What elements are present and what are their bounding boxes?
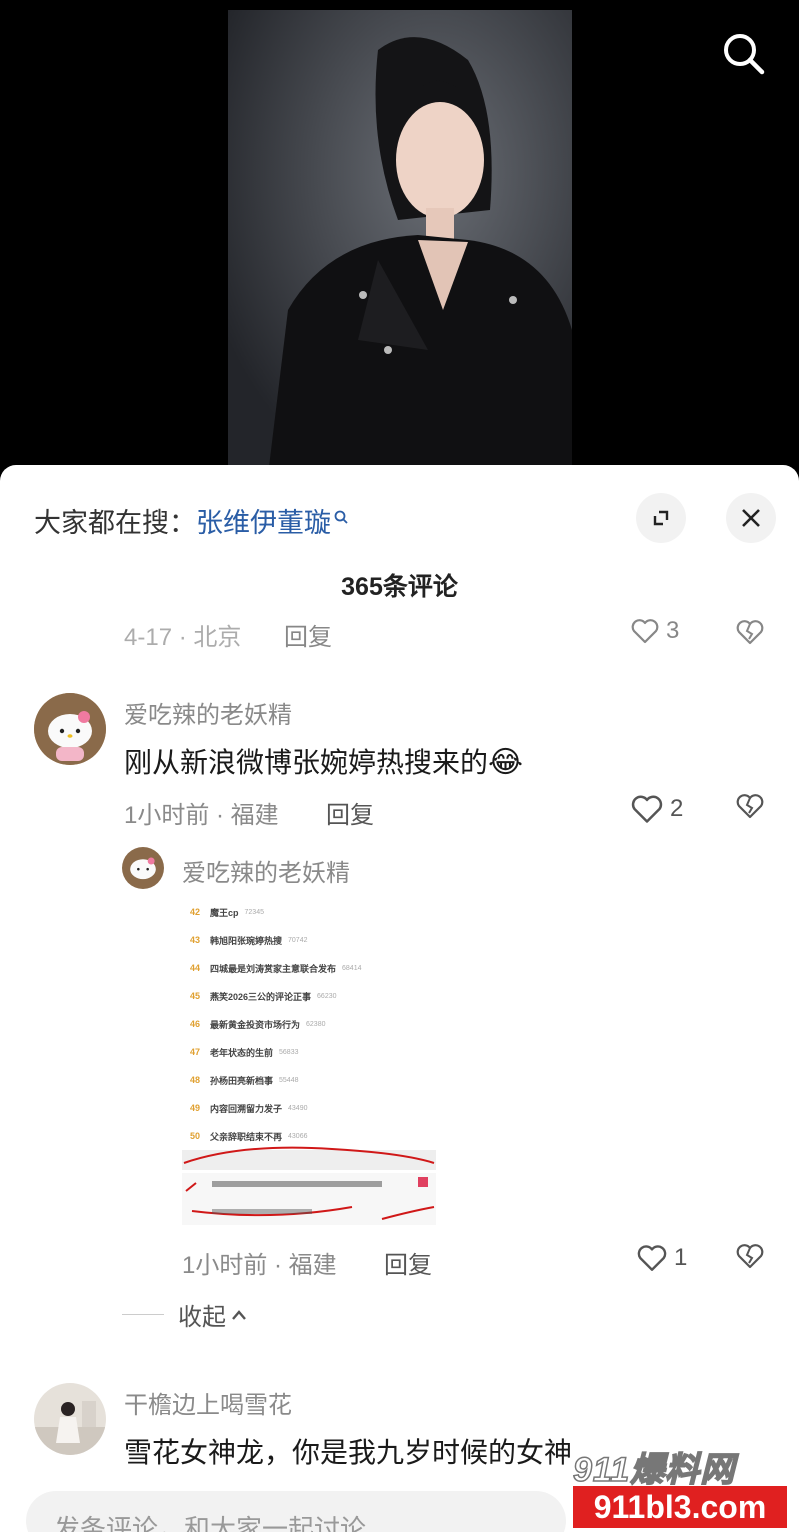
comment-username[interactable]: 干檐边上喝雪花: [124, 1385, 292, 1420]
watermark: 911爆料网 911bl3.com: [572, 1442, 793, 1532]
heart-icon: [631, 795, 663, 823]
hot-search-label: 大家都在搜：: [34, 508, 196, 538]
prev-reply-button[interactable]: 回复: [284, 617, 332, 652]
like-button[interactable]: 2: [630, 793, 683, 825]
comment-count: 365条评论: [341, 573, 458, 601]
person-image: [228, 10, 572, 475]
close-button[interactable]: [726, 493, 776, 543]
broken-heart-icon: [736, 620, 764, 645]
video-area[interactable]: [0, 0, 799, 480]
comment-text: 雪花女神龙，你是我九岁时候的女神: [124, 1437, 573, 1468]
comment-text: 刚从新浪微博张婉婷热搜来的😂: [124, 741, 523, 781]
search-icon: [724, 34, 765, 75]
collapse-replies-button[interactable]: 收起: [122, 1297, 248, 1332]
prev-like-button[interactable]: 3: [630, 617, 679, 645]
broken-heart-icon: [736, 1244, 764, 1269]
reply-button[interactable]: 回复: [326, 795, 374, 830]
comment-meta: 1小时前 · 福建: [124, 802, 279, 829]
reply-like-button[interactable]: 1: [636, 1243, 687, 1273]
expand-button[interactable]: [636, 493, 686, 543]
comment-username[interactable]: 爱吃辣的老妖精: [124, 695, 292, 730]
reply-meta: 1小时前 · 福建: [182, 1252, 337, 1279]
comments-sheet: 大家都在搜：张维伊董璇 365条评论 4-17 · 北京 回复 3 爱吃辣的老妖…: [0, 465, 799, 1532]
search-button[interactable]: [716, 26, 772, 82]
prev-comment-meta: 4-17 · 北京: [124, 624, 242, 651]
like-count: 2: [670, 795, 684, 822]
watermark-top: 911爆料网: [572, 1450, 736, 1490]
heart-icon: [637, 1245, 667, 1271]
collapse-label: 收起: [178, 1304, 226, 1331]
avatar[interactable]: [34, 693, 106, 765]
divider: [122, 1314, 164, 1315]
reply-image[interactable]: 42 魔王cp 72345 43 韩旭阳张琬婷热搜 70742 44 四城最是刘涛赏家主意…: [182, 895, 436, 1225]
expand-icon: [653, 510, 669, 526]
red-annotation-icon: [182, 1146, 436, 1225]
reply-avatar[interactable]: [122, 847, 164, 889]
avatar[interactable]: [34, 1383, 106, 1455]
reply-username[interactable]: 爱吃辣的老妖精: [182, 853, 350, 888]
video-thumbnail[interactable]: [228, 10, 572, 475]
search-small-icon: [333, 501, 349, 532]
heart-icon: [631, 619, 659, 644]
comment-text-body: 刚从新浪微博张婉婷热搜来的: [124, 747, 489, 778]
close-icon: [742, 509, 760, 527]
reply-like-count: 1: [674, 1244, 688, 1271]
watermark-bottom: 911bl3.com: [573, 1486, 787, 1528]
dislike-button[interactable]: [734, 791, 766, 826]
reply-dislike-button[interactable]: [734, 1241, 766, 1276]
laughing-crying-emoji-icon: 😂: [488, 746, 524, 779]
hello-kitty-avatar-icon: [34, 693, 106, 765]
prev-dislike-button[interactable]: [734, 617, 766, 652]
chevron-up-icon: [232, 1309, 246, 1320]
hot-search-keyword[interactable]: 张维伊董璇: [196, 508, 331, 538]
prev-like-count: 3: [666, 617, 680, 644]
comment-input[interactable]: 发条评论，和大家一起讨论: [26, 1491, 566, 1532]
reply-reply-button[interactable]: 回复: [384, 1245, 432, 1280]
hot-search-bar[interactable]: 大家都在搜：张维伊董璇: [34, 501, 349, 540]
broken-heart-icon: [736, 794, 764, 819]
hello-kitty-avatar-icon: [122, 847, 164, 889]
user-avatar-icon: [34, 1383, 106, 1455]
